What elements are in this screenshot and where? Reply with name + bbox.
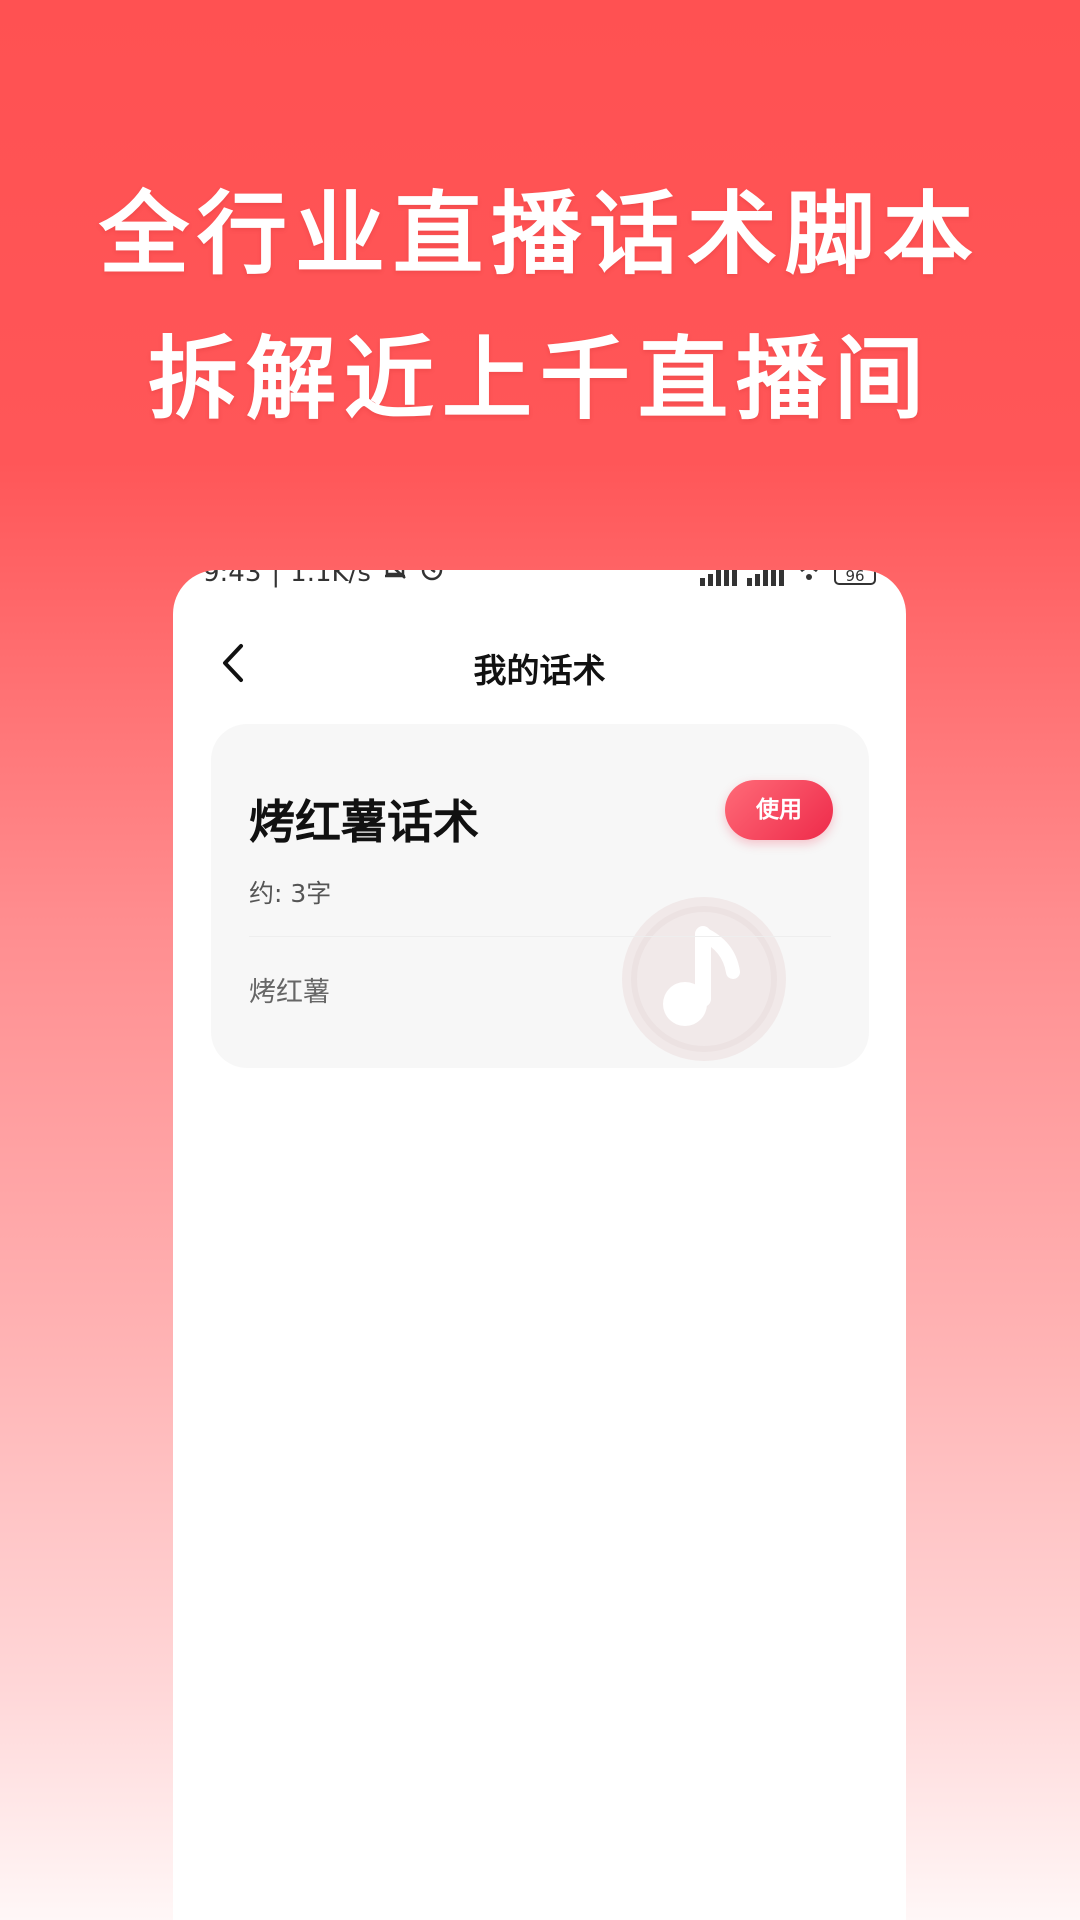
- alarm-icon: [419, 570, 445, 589]
- status-separator: |: [271, 570, 281, 588]
- card-divider: [249, 936, 831, 937]
- music-note-watermark-icon: [622, 897, 786, 1061]
- status-bar: 9:43 | 1.1K/s 96: [173, 570, 906, 596]
- mute-icon: [381, 570, 409, 589]
- nav-bar: 我的话术: [173, 620, 906, 710]
- use-button[interactable]: 使用: [725, 780, 833, 840]
- wifi-icon: [794, 570, 824, 589]
- status-left: 9:43 | 1.1K/s: [203, 570, 445, 589]
- status-time: 9:43: [203, 570, 262, 588]
- status-network-speed: 1.1K/s: [290, 570, 371, 588]
- status-right: 96: [700, 570, 876, 589]
- phone-screen: 9:43 | 1.1K/s 96 我的话术 烤红薯话术 使用 约: 3字 烤红薯: [173, 570, 906, 1920]
- script-card[interactable]: 烤红薯话术 使用 约: 3字 烤红薯: [211, 724, 869, 1068]
- script-title: 烤红薯话术: [249, 795, 479, 849]
- battery-icon: 96: [834, 570, 876, 585]
- promo-headline-1: 全行业直播话术脚本: [99, 182, 981, 287]
- signal-icon-2: [747, 570, 784, 586]
- script-preview: 烤红薯: [249, 977, 330, 1008]
- signal-icon: [700, 570, 737, 586]
- promo-headline-2: 拆解近上千直播间: [148, 327, 932, 432]
- script-word-count: 约: 3字: [249, 879, 332, 908]
- page-title: 我的话术: [473, 651, 606, 690]
- promo-page: 全行业直播话术脚本 拆解近上千直播间 9:43 | 1.1K/s 96 我的话术…: [0, 0, 1080, 1920]
